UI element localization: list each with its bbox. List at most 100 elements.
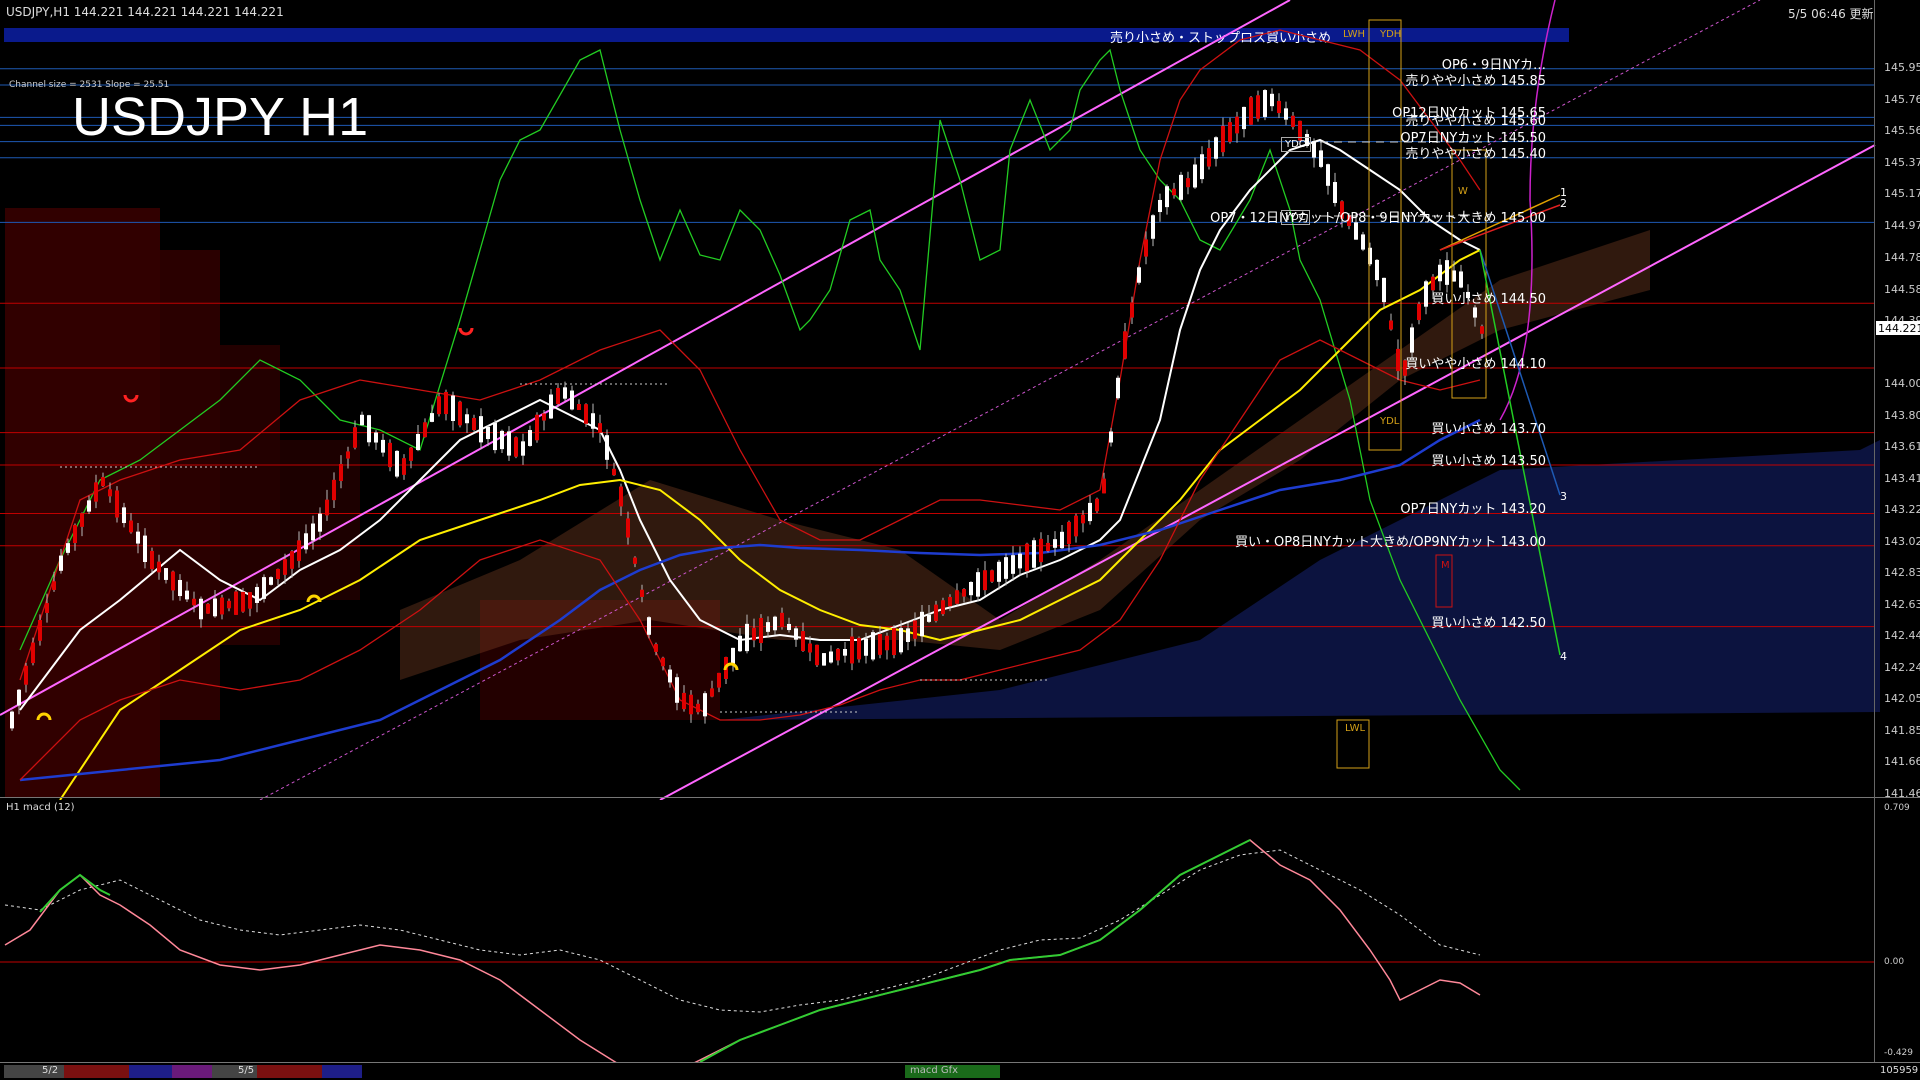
candle-body: [458, 401, 462, 426]
candle-body: [1277, 100, 1281, 114]
candle-body: [297, 540, 301, 561]
candle-body: [822, 653, 826, 666]
candle-body: [745, 623, 749, 652]
ydh-label: YDH: [1380, 29, 1402, 40]
price-axis-label: 141.660: [1884, 755, 1920, 769]
level-label: OP7・12日NYカット/OP8・9日NYカット大きめ 145.00: [1210, 211, 1546, 227]
candle-body: [969, 581, 973, 596]
level-label: 売りやや小さめ 145.40: [1405, 146, 1546, 162]
axis-divider: [1874, 0, 1875, 1062]
level-label: 買い小さめ 143.70: [1431, 421, 1546, 437]
candle-body: [451, 395, 455, 422]
candle-body: [612, 468, 616, 476]
candle-body: [437, 396, 441, 415]
candle-body: [325, 499, 329, 516]
macd-tab-label: macd Gfx: [910, 1065, 959, 1076]
macd-line: [4, 839, 1481, 1062]
price-axis-label: 145.955: [1884, 61, 1920, 74]
macd-line-up-2: [699, 839, 1251, 1062]
candle-body: [1459, 271, 1463, 288]
candle-body: [1473, 307, 1477, 318]
candle-body: [906, 628, 910, 642]
candle-body: [1109, 431, 1113, 443]
price-axis-label: 143.415: [1884, 471, 1920, 485]
candle-body: [703, 693, 707, 717]
candle-body: [1291, 115, 1295, 127]
candle-body: [353, 427, 357, 448]
candle-body: [1123, 331, 1127, 359]
candle-body: [780, 612, 784, 628]
candle-body: [1361, 234, 1365, 250]
candle-body: [234, 591, 238, 615]
footer-date-2: 5/5: [238, 1065, 255, 1076]
candle-body: [241, 591, 245, 612]
candle-body: [59, 555, 63, 571]
candle-body: [1256, 95, 1260, 119]
candle-body: [206, 603, 210, 614]
candle-body: [668, 669, 672, 683]
w-label: W: [1458, 186, 1468, 197]
candle-body: [962, 589, 966, 597]
candle-body: [31, 642, 35, 664]
candle-body: [647, 617, 651, 635]
candle-body: [24, 665, 28, 685]
candle-body: [283, 559, 287, 575]
candle-body: [633, 557, 637, 564]
price-axis-label: 141.855: [1884, 723, 1920, 737]
candle-body: [1207, 148, 1211, 167]
candle-body: [1067, 521, 1071, 545]
candle-body: [1312, 141, 1316, 158]
candle-body: [1270, 93, 1274, 107]
level-label: 買い・OP8日NYカット大きめ/OP9NYカット 143.00: [1234, 534, 1546, 550]
candle-body: [262, 577, 266, 599]
marker-3: 3: [1560, 490, 1567, 503]
candle-body: [689, 694, 693, 715]
price-axis-label: 142.830: [1884, 566, 1920, 580]
candle-body: [213, 598, 217, 617]
price-axis-label: 144.975: [1884, 219, 1920, 233]
price-axis-label: 145.760: [1884, 92, 1920, 106]
candle-body: [388, 442, 392, 468]
candle-body: [654, 644, 658, 652]
candle-body: [290, 551, 294, 569]
footer-separator: [0, 1062, 1920, 1063]
candle-body: [1214, 137, 1218, 159]
candle-body: [997, 561, 1001, 582]
candle-body: [1102, 478, 1106, 494]
candle-body: [1249, 97, 1253, 125]
ydl-label: YDL: [1380, 416, 1400, 427]
candle-body: [1116, 377, 1120, 399]
candle-body: [1130, 302, 1134, 318]
candle-body: [45, 603, 49, 613]
candle-body: [976, 572, 980, 597]
candle-body: [73, 524, 77, 544]
macd-axis-zero: 0.00: [1884, 957, 1905, 967]
pane-separator[interactable]: [0, 797, 1920, 798]
price-axis-label: 143.610: [1884, 440, 1920, 454]
candle-body: [1081, 514, 1085, 524]
candle-body: [108, 489, 112, 497]
current-price-label: 144.221: [1878, 322, 1920, 335]
candle-body: [1046, 542, 1050, 552]
candle-body: [416, 433, 420, 451]
level-label: OP7日NYカット 143.20: [1400, 502, 1546, 518]
candle-body: [255, 587, 259, 603]
candle-body: [500, 430, 504, 450]
candle-body: [276, 568, 280, 580]
candle-body: [1004, 557, 1008, 579]
candle-body: [395, 450, 399, 477]
m-label: M: [1441, 560, 1450, 571]
price-axis-label: 145.565: [1884, 124, 1920, 138]
macd-axis-bottom: -0.429: [1884, 1048, 1914, 1058]
candle-body: [87, 500, 91, 512]
candle-body: [94, 482, 98, 502]
candle-body: [913, 620, 917, 639]
candle-body: [920, 611, 924, 637]
price-axis-label: 141.465: [1884, 787, 1920, 800]
candle-body: [801, 631, 805, 651]
candle-body: [318, 513, 322, 532]
macd-chart[interactable]: [0, 800, 1920, 1062]
candle-body: [661, 657, 665, 667]
candle-body: [843, 649, 847, 656]
candle-body: [836, 648, 840, 661]
